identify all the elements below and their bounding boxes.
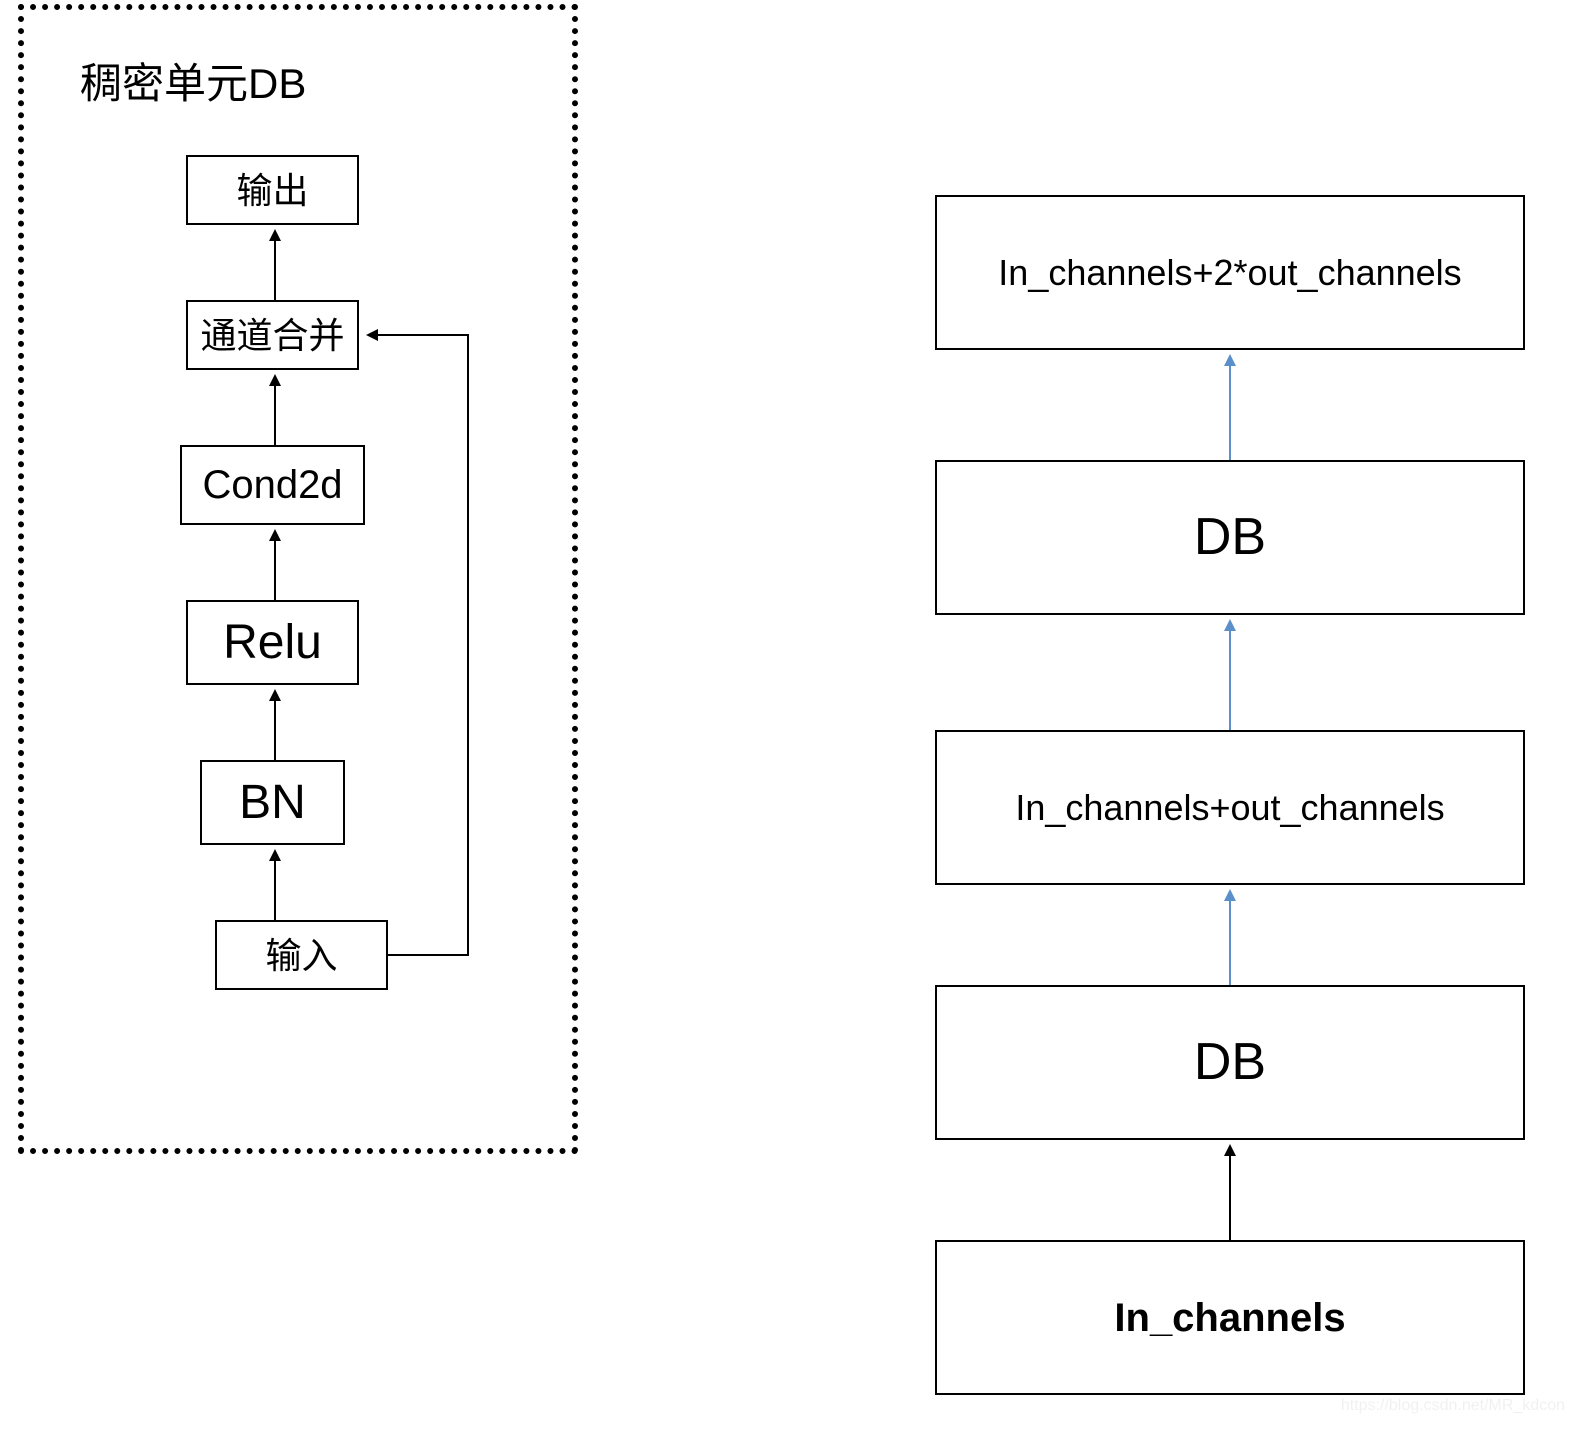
label-conv2d: Cond2d: [202, 460, 342, 510]
arrow-in-to-db1: [1215, 1140, 1245, 1240]
watermark: https://blog.csdn.net/MR_kdcon: [1341, 1397, 1565, 1415]
arrow-conv-to-merge: [260, 370, 290, 445]
arrow-relu-to-conv: [260, 525, 290, 600]
label-bn: BN: [239, 773, 306, 833]
label-channel-merge: 通道合并: [200, 313, 344, 358]
label-relu: Relu: [223, 613, 322, 673]
box-output: 输出: [186, 155, 359, 225]
arrow-skip-connection: [358, 300, 498, 960]
arrow-merge-to-output: [260, 225, 290, 300]
box-db-upper: DB: [935, 460, 1525, 615]
arrow-bn-to-relu: [260, 685, 290, 760]
box-conv2d: Cond2d: [180, 445, 365, 525]
box-in-channels: In_channels: [935, 1240, 1525, 1395]
box-relu: Relu: [186, 600, 359, 685]
label-input: 输入: [265, 933, 337, 978]
label-output: 输出: [236, 168, 308, 213]
dense-unit-title: 稠密单元DB: [80, 50, 306, 111]
label-top-channels: In_channels+2*out_channels: [998, 250, 1461, 295]
label-db-upper: DB: [1194, 505, 1266, 570]
box-top-channels: In_channels+2*out_channels: [935, 195, 1525, 350]
box-channel-merge: 通道合并: [186, 300, 359, 370]
label-mid-channels: In_channels+out_channels: [1015, 785, 1444, 830]
box-mid-channels: In_channels+out_channels: [935, 730, 1525, 885]
arrow-db1-to-mid: [1215, 885, 1245, 985]
label-in-channels: In_channels: [1114, 1293, 1345, 1343]
arrow-mid-to-db2: [1215, 615, 1245, 730]
arrow-db2-to-top: [1215, 350, 1245, 460]
box-db-lower: DB: [935, 985, 1525, 1140]
label-db-lower: DB: [1194, 1030, 1266, 1095]
arrow-input-to-bn: [260, 845, 290, 920]
box-bn: BN: [200, 760, 345, 845]
